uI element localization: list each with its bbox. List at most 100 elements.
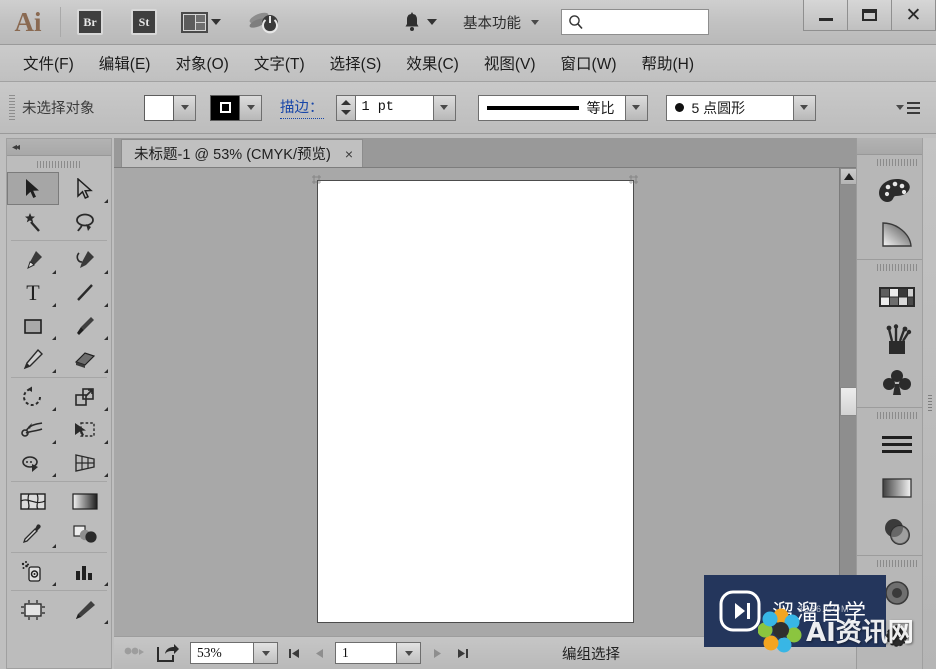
tool-rotate[interactable] — [7, 380, 59, 413]
tools-panel-header[interactable]: ◂◂ — [7, 139, 111, 156]
stepper-up-icon[interactable] — [340, 100, 351, 105]
stroke-label-link[interactable]: 描边： — [280, 96, 324, 119]
tool-line-segment[interactable] — [59, 276, 111, 309]
stroke-profile-dropdown-button[interactable] — [625, 94, 648, 121]
menu-select[interactable]: 选择(S) — [321, 48, 391, 78]
status-message[interactable]: 编组选择 — [562, 643, 620, 664]
menu-object[interactable]: 对象(O) — [166, 48, 237, 78]
menu-effect[interactable]: 效果(C) — [397, 48, 468, 78]
tool-gradient[interactable] — [59, 484, 111, 517]
tool-magic-wand[interactable] — [7, 205, 59, 238]
brushes-panel-icon[interactable] — [868, 318, 926, 361]
color-panel-icon[interactable] — [868, 170, 926, 213]
stroke-dropdown-button[interactable] — [240, 94, 262, 121]
artboard-number-dropdown-button[interactable] — [397, 642, 421, 664]
tool-free-transform[interactable] — [59, 413, 111, 446]
tool-selection[interactable] — [7, 172, 59, 205]
tool-rectangle[interactable] — [7, 309, 59, 342]
workspace-switcher[interactable]: 基本功能 — [463, 12, 539, 33]
stroke-weight-dropdown-button[interactable] — [433, 94, 456, 121]
document-tab[interactable]: 未标题-1 @ 53% (CMYK/预览) × — [121, 139, 363, 167]
last-artboard-button[interactable] — [453, 647, 471, 660]
first-artboard-button[interactable] — [285, 647, 303, 660]
artboard-number-input[interactable]: 1 — [335, 642, 397, 664]
selection-status-label: 未选择对象 — [22, 101, 95, 117]
brush-definition-combo[interactable]: 5 点圆形 — [665, 94, 794, 121]
menu-type[interactable]: 文字(T) — [245, 48, 314, 78]
stroke-profile-combo[interactable]: 等比 — [477, 94, 626, 121]
control-panel-menu-button[interactable] — [896, 101, 920, 114]
menu-help[interactable]: 帮助(H) — [632, 48, 703, 78]
zoom-control[interactable]: 53% — [190, 642, 278, 664]
rail-grip-icon — [927, 394, 932, 413]
arrange-documents-button[interactable] — [179, 10, 223, 35]
fill-control[interactable] — [144, 94, 196, 121]
tool-direct-selection[interactable] — [59, 172, 111, 205]
maximize-button[interactable] — [847, 0, 892, 31]
menu-edit[interactable]: 编辑(E) — [90, 48, 160, 78]
dock-resize-rail[interactable] — [922, 138, 936, 669]
minimize-button[interactable] — [803, 0, 848, 31]
tool-pencil[interactable] — [7, 342, 59, 375]
tool-perspective-grid[interactable] — [59, 446, 111, 479]
artboard[interactable] — [317, 180, 634, 623]
tool-symbol-sprayer[interactable] — [7, 555, 59, 588]
search-input[interactable] — [561, 9, 709, 35]
tool-column-graph[interactable] — [59, 555, 111, 588]
tool-shape-builder[interactable] — [7, 446, 59, 479]
notifications-button[interactable] — [401, 11, 437, 33]
close-button[interactable]: ✕ — [891, 0, 936, 31]
zoom-input[interactable]: 53% — [190, 642, 254, 664]
share-icon[interactable] — [155, 643, 181, 664]
stroke-panel-icon[interactable] — [868, 423, 926, 466]
launch-power-icon[interactable] — [247, 9, 279, 35]
zoom-dropdown-button[interactable] — [254, 642, 278, 664]
tool-paintbrush[interactable] — [59, 309, 111, 342]
scrollbar-thumb[interactable] — [840, 387, 856, 416]
close-tab-icon[interactable]: × — [345, 146, 353, 162]
stepper-down-icon[interactable] — [340, 110, 351, 115]
tool-mesh[interactable] — [7, 484, 59, 517]
next-artboard-button[interactable] — [428, 647, 446, 660]
stroke-swatch[interactable] — [210, 94, 240, 121]
symbols-panel-icon[interactable] — [868, 361, 926, 404]
tool-blend[interactable] — [59, 517, 111, 550]
menu-window[interactable]: 窗口(W) — [552, 48, 626, 78]
menu-view[interactable]: 视图(V) — [475, 48, 545, 78]
tool-lasso[interactable] — [59, 205, 111, 238]
tool-pen[interactable] — [7, 243, 59, 276]
tool-type[interactable]: T — [7, 276, 59, 309]
tool-eraser[interactable] — [59, 342, 111, 375]
presets-icon[interactable] — [122, 643, 148, 664]
fill-swatch[interactable] — [144, 94, 174, 121]
tool-eyedropper[interactable] — [7, 517, 59, 550]
brush-definition-dropdown-button[interactable] — [793, 94, 816, 121]
control-bar-grip[interactable] — [9, 94, 15, 121]
collapse-panel-icon[interactable]: ◂◂ — [12, 142, 20, 153]
transparency-panel-icon[interactable] — [868, 509, 926, 552]
tool-slice[interactable] — [59, 593, 111, 626]
gradient-panel-icon[interactable] — [868, 213, 926, 256]
canvas-area[interactable] — [114, 168, 856, 636]
tool-scale[interactable] — [59, 380, 111, 413]
stroke-control[interactable] — [210, 94, 262, 121]
tool-curvature[interactable] — [59, 243, 111, 276]
artboard-number-control[interactable]: 1 — [335, 642, 421, 664]
tools-panel-grip[interactable] — [7, 156, 111, 172]
bridge-button[interactable]: Br — [77, 9, 103, 35]
brush-definition-control[interactable]: 5 点圆形 — [665, 94, 816, 121]
stock-button[interactable]: St — [131, 9, 157, 35]
scroll-up-button[interactable] — [840, 168, 856, 185]
search-field[interactable] — [588, 14, 698, 30]
stroke-weight-stepper[interactable] — [335, 94, 356, 121]
tool-artboard[interactable] — [7, 593, 59, 626]
gradient-panel-icon-2[interactable] — [868, 466, 926, 509]
vertical-scrollbar[interactable] — [839, 168, 856, 636]
stroke-weight-input[interactable]: 1 pt — [355, 94, 434, 121]
previous-artboard-button[interactable] — [310, 647, 328, 660]
tool-width[interactable] — [7, 413, 59, 446]
fill-dropdown-button[interactable] — [174, 94, 196, 121]
stroke-profile-control[interactable]: 等比 — [477, 94, 648, 121]
menu-file[interactable]: 文件(F) — [14, 48, 83, 78]
swatches-panel-icon[interactable] — [868, 275, 926, 318]
